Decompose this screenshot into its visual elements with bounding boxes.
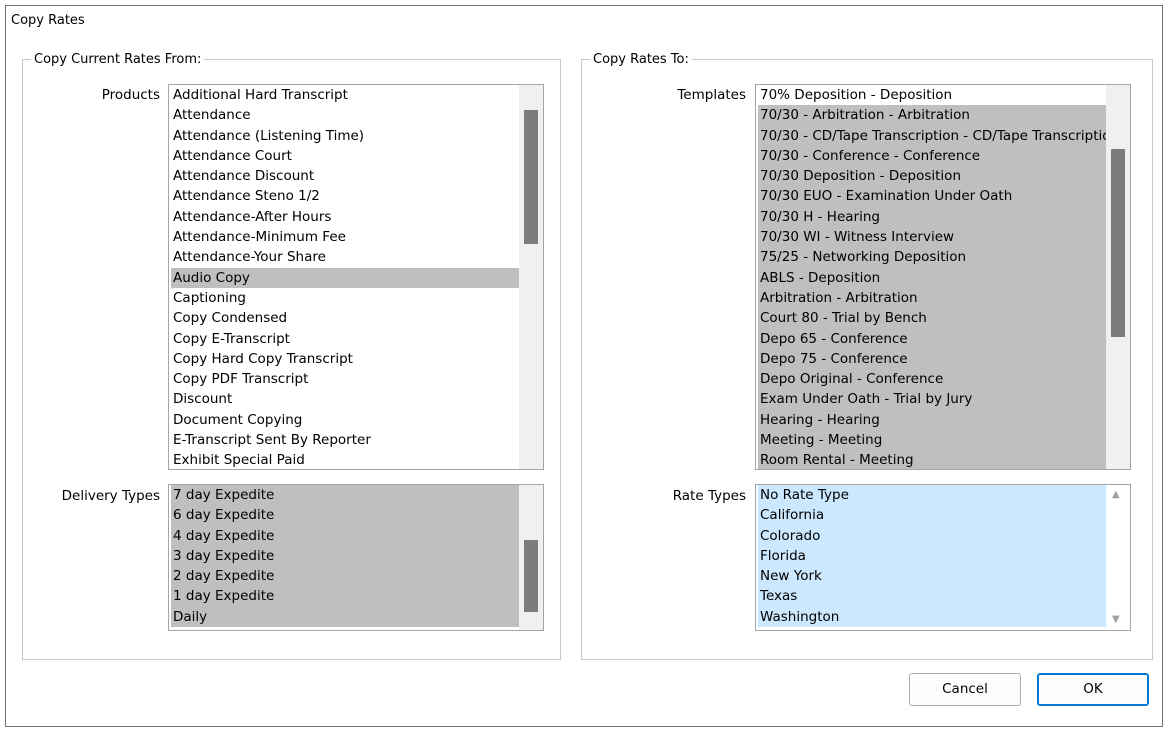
list-item[interactable]: 6 day Expedite [171, 505, 519, 526]
list-item[interactable]: California [758, 505, 1106, 526]
templates-scroll-thumb[interactable] [1111, 149, 1125, 337]
products-label: Products [101, 87, 160, 103]
list-item[interactable]: Attendance-After Hours [171, 207, 519, 227]
delivery-types-scrollbar[interactable] [519, 485, 543, 630]
list-item[interactable]: 75/25 - Networking Deposition [758, 247, 1106, 268]
list-item[interactable]: Copy Hard Copy Transcript [171, 349, 519, 369]
rate-types-scrollbar[interactable]: ▲ ▼ [1106, 485, 1130, 630]
list-item[interactable]: 70/30 WI - Witness Interview [758, 227, 1106, 248]
templates-label: Templates [677, 87, 746, 103]
list-item[interactable]: Copy Condensed [171, 308, 519, 328]
list-item[interactable]: Attendance Discount [171, 166, 519, 186]
list-item[interactable]: Attendance-Minimum Fee [171, 227, 519, 247]
list-item[interactable]: Meeting - Meeting [758, 430, 1106, 451]
list-item[interactable]: Daily [171, 606, 519, 628]
list-item[interactable]: Depo 65 - Conference [758, 328, 1106, 349]
list-item[interactable]: Colorado [758, 525, 1106, 546]
list-item[interactable]: Copy E-Transcript [171, 329, 519, 349]
list-item[interactable]: 70/30 - Arbitration - Arbitration [758, 105, 1106, 126]
list-item[interactable]: Washington [758, 606, 1106, 628]
list-item[interactable]: Court 80 - Trial by Bench [758, 308, 1106, 329]
list-item[interactable]: Discount [171, 389, 519, 409]
list-item[interactable]: Attendance Steno 1/2 [171, 186, 519, 206]
scroll-up-arrow-icon[interactable]: ▲ [1112, 489, 1120, 501]
templates-listbox[interactable]: 70% Deposition - Deposition 70/30 - Arbit… [755, 84, 1131, 470]
list-item[interactable]: Arbitration - Arbitration [758, 287, 1106, 309]
list-item[interactable]: E-Transcript Sent By Reporter [171, 430, 519, 450]
list-item[interactable]: 70/30 - CD/Tape Transcription - CD/Tape … [758, 125, 1106, 146]
list-item[interactable]: 7 day Expedite [171, 485, 519, 506]
products-scrollbar[interactable] [519, 85, 543, 469]
copy-to-legend: Copy Rates To: [593, 52, 689, 67]
list-item[interactable]: Attendance Court [171, 146, 519, 166]
list-item[interactable]: Hearing - Hearing [758, 409, 1106, 431]
list-item[interactable]: 70/30 H - Hearing [758, 206, 1106, 228]
list-item[interactable]: 4 day Expedite [171, 525, 519, 546]
list-item[interactable]: Document Copying [171, 410, 519, 430]
products-scroll-thumb[interactable] [524, 110, 538, 244]
list-item[interactable]: Florida [758, 545, 1106, 567]
scroll-down-arrow-icon[interactable]: ▼ [1112, 614, 1120, 626]
list-item[interactable]: 70/30 Deposition - Deposition [758, 166, 1106, 187]
cancel-button-label: Cancel [942, 681, 988, 697]
list-item[interactable]: Attendance [171, 105, 519, 125]
rate-types-label: Rate Types [672, 488, 746, 504]
list-item[interactable]: Texas [758, 586, 1106, 607]
list-item[interactable]: 70% Deposition - Deposition [758, 85, 1106, 105]
list-item[interactable]: Exhibit Special Paid [171, 450, 519, 469]
list-item[interactable]: Attendance (Listening Time) [171, 126, 519, 146]
list-item[interactable]: Exam Under Oath - Trial by Jury [758, 389, 1106, 410]
delivery-types-listbox[interactable]: 7 day Expedite 6 day Expedite 4 day Expedi… [168, 484, 544, 631]
list-item[interactable]: 70/30 EUO - Examination Under Oath [758, 186, 1106, 207]
dialog-title: Copy Rates [11, 13, 85, 28]
list-item[interactable]: Attendance-Your Share [171, 247, 519, 267]
list-item[interactable]: 1 day Expedite [171, 586, 519, 607]
copy-from-legend: Copy Current Rates From: [34, 52, 202, 67]
list-item[interactable]: 3 day Expedite [171, 545, 519, 567]
list-item[interactable]: Depo Original - Conference [758, 369, 1106, 390]
rate-types-listbox[interactable]: No Rate Type California Colorado Florida New… [755, 484, 1131, 631]
cancel-button[interactable]: Cancel [909, 673, 1021, 706]
products-listbox[interactable]: Additional Hard Transcript Attendance Atte… [168, 84, 544, 470]
list-item[interactable]: Additional Hard Transcript [171, 85, 519, 105]
list-item[interactable]: Audio Copy [171, 267, 519, 288]
list-item[interactable]: Depo 75 - Conference [758, 348, 1106, 370]
delivery-types-label: Delivery Types [61, 488, 160, 504]
list-item[interactable]: 2 day Expedite [171, 566, 519, 587]
delivery-types-scroll-thumb[interactable] [524, 540, 538, 612]
list-item[interactable]: Captioning [171, 288, 519, 308]
list-item[interactable]: No Rate Type [758, 485, 1106, 506]
list-item[interactable]: ABLS - Deposition [758, 267, 1106, 288]
list-item[interactable]: New York [758, 566, 1106, 587]
copy-rates-dialog: Copy Rates Copy Current Rates From: Copy… [5, 5, 1163, 727]
templates-scrollbar[interactable] [1106, 85, 1130, 469]
ok-button[interactable]: OK [1037, 673, 1149, 706]
ok-button-label: OK [1083, 681, 1103, 697]
list-item[interactable]: Copy PDF Transcript [171, 369, 519, 389]
list-item[interactable]: Room Rental - Meeting [758, 450, 1106, 469]
list-item[interactable]: 70/30 - Conference - Conference [758, 145, 1106, 167]
